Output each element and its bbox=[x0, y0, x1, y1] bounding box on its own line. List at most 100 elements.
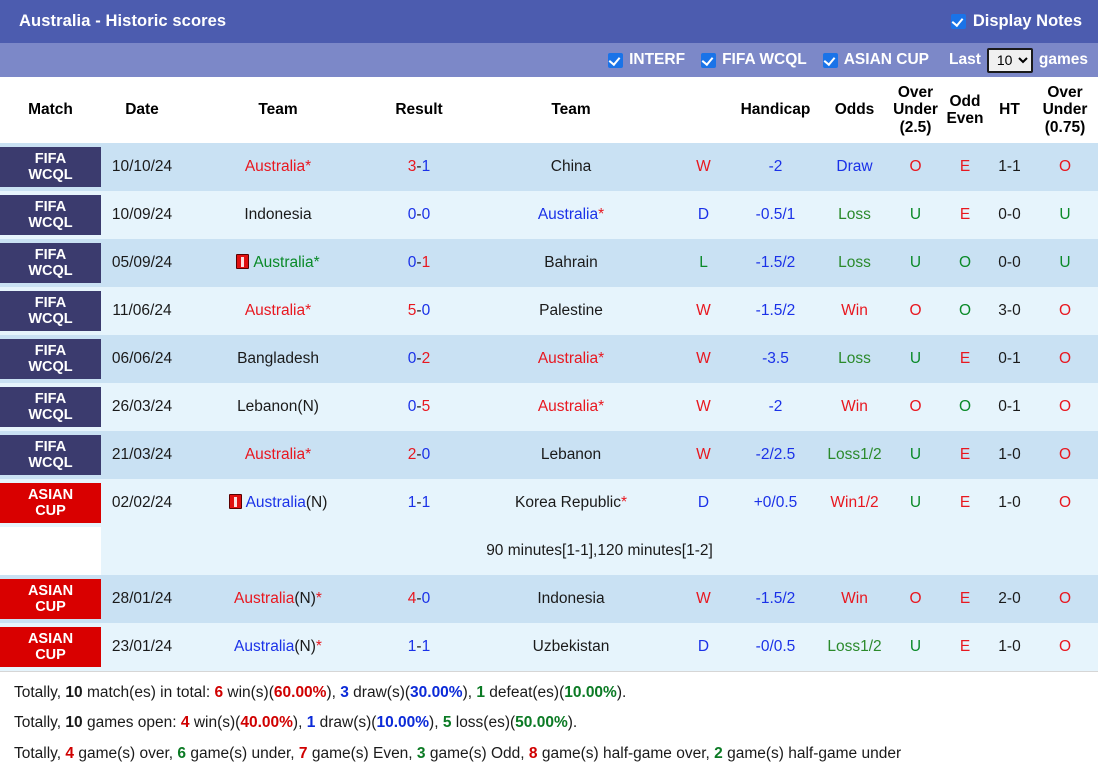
table-row[interactable]: ASIAN CUP 02/02/24 Australia(N) 1-1 Korea Rep… bbox=[0, 479, 1098, 527]
row-1-half-time: 0-0 bbox=[987, 191, 1032, 239]
row-3-result[interactable]: 5-0 bbox=[373, 287, 465, 335]
home-team[interactable]: Australia* bbox=[245, 158, 311, 175]
row-8-competition[interactable]: ASIAN CUP bbox=[0, 575, 101, 623]
row-9-result[interactable]: 1-1 bbox=[373, 623, 465, 671]
row-2-home-team[interactable]: Australia* bbox=[183, 239, 373, 287]
home-team[interactable]: Australia(N)* bbox=[234, 638, 322, 655]
s3-over: 4 bbox=[65, 744, 75, 762]
table-row[interactable]: FIFA WCQL 06/06/24 Bangladesh 0-2 Australia* W… bbox=[0, 335, 1098, 383]
table-row[interactable]: FIFA WCQL 10/09/24 Indonesia 0-0 Australia* D -… bbox=[0, 191, 1098, 239]
row-7-outcome: D bbox=[677, 479, 730, 527]
row-8-away-team[interactable]: Indonesia bbox=[465, 575, 677, 623]
last-games-select[interactable]: 510152030 bbox=[986, 47, 1033, 73]
row-5-date: 26/03/24 bbox=[101, 383, 183, 431]
home-team[interactable]: Australia* bbox=[245, 446, 311, 463]
row-1-home-team[interactable]: Indonesia bbox=[183, 191, 373, 239]
row-4-home-team[interactable]: Bangladesh bbox=[183, 335, 373, 383]
interf-checkbox[interactable] bbox=[608, 52, 624, 68]
row-5-home-team[interactable]: Lebanon(N) bbox=[183, 383, 373, 431]
summary-line-1: Totally, 10 match(es) in total: 6 win(s)… bbox=[14, 681, 1084, 704]
row-9-home-team[interactable]: Australia(N)* bbox=[183, 623, 373, 671]
home-team[interactable]: Bangladesh bbox=[237, 350, 319, 367]
row-0-home-team[interactable]: Australia* bbox=[183, 143, 373, 191]
away-team[interactable]: Korea Republic* bbox=[515, 494, 627, 511]
row-0-away-team[interactable]: China bbox=[465, 143, 677, 191]
row-2-half-time: 0-0 bbox=[987, 239, 1032, 287]
row-3-outcome: W bbox=[677, 287, 730, 335]
row-2-result[interactable]: 0-1 bbox=[373, 239, 465, 287]
row-9-away-team[interactable]: Uzbekistan bbox=[465, 623, 677, 671]
home-team[interactable]: Lebanon(N) bbox=[237, 398, 319, 415]
row-5-away-team[interactable]: Australia* bbox=[465, 383, 677, 431]
row-2-away-team[interactable]: Bahrain bbox=[465, 239, 677, 287]
row-8-result[interactable]: 4-0 bbox=[373, 575, 465, 623]
row-3-home-team[interactable]: Australia* bbox=[183, 287, 373, 335]
row-1-away-team[interactable]: Australia* bbox=[465, 191, 677, 239]
row-0-competition[interactable]: FIFA WCQL bbox=[0, 143, 101, 191]
row-3-handicap: -1.5/2 bbox=[730, 287, 821, 335]
summary-line-3: Totally, 4 game(s) over, 6 game(s) under… bbox=[14, 742, 1084, 763]
table-row[interactable]: FIFA WCQL 11/06/24 Australia* 5-0 Palestine W -… bbox=[0, 287, 1098, 335]
row-7-result[interactable]: 1-1 bbox=[373, 479, 465, 527]
row-2-competition[interactable]: FIFA WCQL bbox=[0, 239, 101, 287]
home-team[interactable]: Indonesia bbox=[244, 206, 311, 223]
table-row[interactable]: FIFA WCQL 21/03/24 Australia* 2-0 Lebanon W -2/… bbox=[0, 431, 1098, 479]
competition-tag: FIFA WCQL bbox=[0, 242, 101, 284]
row-3-away-team[interactable]: Palestine bbox=[465, 287, 677, 335]
row-6-home-team[interactable]: Australia* bbox=[183, 431, 373, 479]
filter-asian-cup[interactable]: ASIAN CUP bbox=[822, 51, 929, 69]
away-team[interactable]: Australia* bbox=[538, 206, 604, 223]
row-5-competition[interactable]: FIFA WCQL bbox=[0, 383, 101, 431]
row-4-result[interactable]: 0-2 bbox=[373, 335, 465, 383]
table-row[interactable]: ASIAN CUP 28/01/24 Australia(N)* 4-0 Indonesi… bbox=[0, 575, 1098, 623]
row-7-half-time: 1-0 bbox=[987, 479, 1032, 527]
table-row[interactable]: ASIAN CUP 23/01/24 Australia(N)* 1-1 Uzbekist… bbox=[0, 623, 1098, 671]
away-team[interactable]: Australia* bbox=[538, 398, 604, 415]
row-3-competition[interactable]: FIFA WCQL bbox=[0, 287, 101, 335]
away-team[interactable]: Bahrain bbox=[544, 254, 597, 271]
away-team[interactable]: Lebanon bbox=[541, 446, 601, 463]
table-row[interactable]: FIFA WCQL 26/03/24 Lebanon(N) 0-5 Australia* W… bbox=[0, 383, 1098, 431]
row-6-away-team[interactable]: Lebanon bbox=[465, 431, 677, 479]
s1-text-8: ). bbox=[616, 684, 627, 701]
row-4-away-team[interactable]: Australia* bbox=[465, 335, 677, 383]
home-team[interactable]: Australia(N)* bbox=[234, 590, 322, 607]
table-row[interactable]: FIFA WCQL 05/09/24 Australia* 0-1 Bahrain L -1.… bbox=[0, 239, 1098, 287]
row-4-competition[interactable]: FIFA WCQL bbox=[0, 335, 101, 383]
away-team[interactable]: China bbox=[551, 158, 592, 175]
row-4-odd-even: E bbox=[943, 335, 987, 383]
home-team-star: * bbox=[305, 158, 312, 175]
away-team-star: * bbox=[598, 398, 605, 415]
asian-cup-checkbox[interactable] bbox=[822, 52, 838, 68]
s3-even: 7 bbox=[298, 744, 308, 762]
row-9-competition[interactable]: ASIAN CUP bbox=[0, 623, 101, 671]
fifa-wcql-checkbox[interactable] bbox=[701, 52, 717, 68]
away-team[interactable]: Indonesia bbox=[537, 590, 604, 607]
row-5-result[interactable]: 0-5 bbox=[373, 383, 465, 431]
row-3-odds-result: Win bbox=[821, 287, 888, 335]
home-team[interactable]: Australia* bbox=[236, 254, 320, 271]
row-7-competition[interactable]: ASIAN CUP bbox=[0, 479, 101, 527]
row-0-result[interactable]: 3-1 bbox=[373, 143, 465, 191]
row-1-over-under-075: U bbox=[1032, 191, 1098, 239]
s2-loss-pct: 50.00% bbox=[515, 714, 568, 732]
filter-interf[interactable]: INTERF bbox=[608, 51, 685, 69]
away-team[interactable]: Uzbekistan bbox=[533, 638, 610, 655]
away-team[interactable]: Australia* bbox=[538, 350, 604, 367]
table-row[interactable]: FIFA WCQL 10/10/24 Australia* 3-1 China W -2 Dra… bbox=[0, 143, 1098, 191]
home-team[interactable]: Australia* bbox=[245, 302, 311, 319]
display-notes-checkbox[interactable] bbox=[950, 14, 966, 29]
row-1-competition[interactable]: FIFA WCQL bbox=[0, 191, 101, 239]
competition-tag: ASIAN CUP bbox=[0, 482, 101, 524]
row-1-result[interactable]: 0-0 bbox=[373, 191, 465, 239]
row-6-competition[interactable]: FIFA WCQL bbox=[0, 431, 101, 479]
row-6-result[interactable]: 2-0 bbox=[373, 431, 465, 479]
row-8-home-team[interactable]: Australia(N)* bbox=[183, 575, 373, 623]
home-team[interactable]: Australia(N) bbox=[228, 494, 327, 511]
row-7-away-team[interactable]: Korea Republic* bbox=[465, 479, 677, 527]
away-team[interactable]: Palestine bbox=[539, 302, 603, 319]
filter-fifa-wcql[interactable]: FIFA WCQL bbox=[701, 51, 807, 69]
row-7-home-team[interactable]: Australia(N) bbox=[183, 479, 373, 527]
ou25-line2: Under bbox=[893, 101, 938, 119]
s1-win-pct: 60.00% bbox=[273, 684, 327, 701]
